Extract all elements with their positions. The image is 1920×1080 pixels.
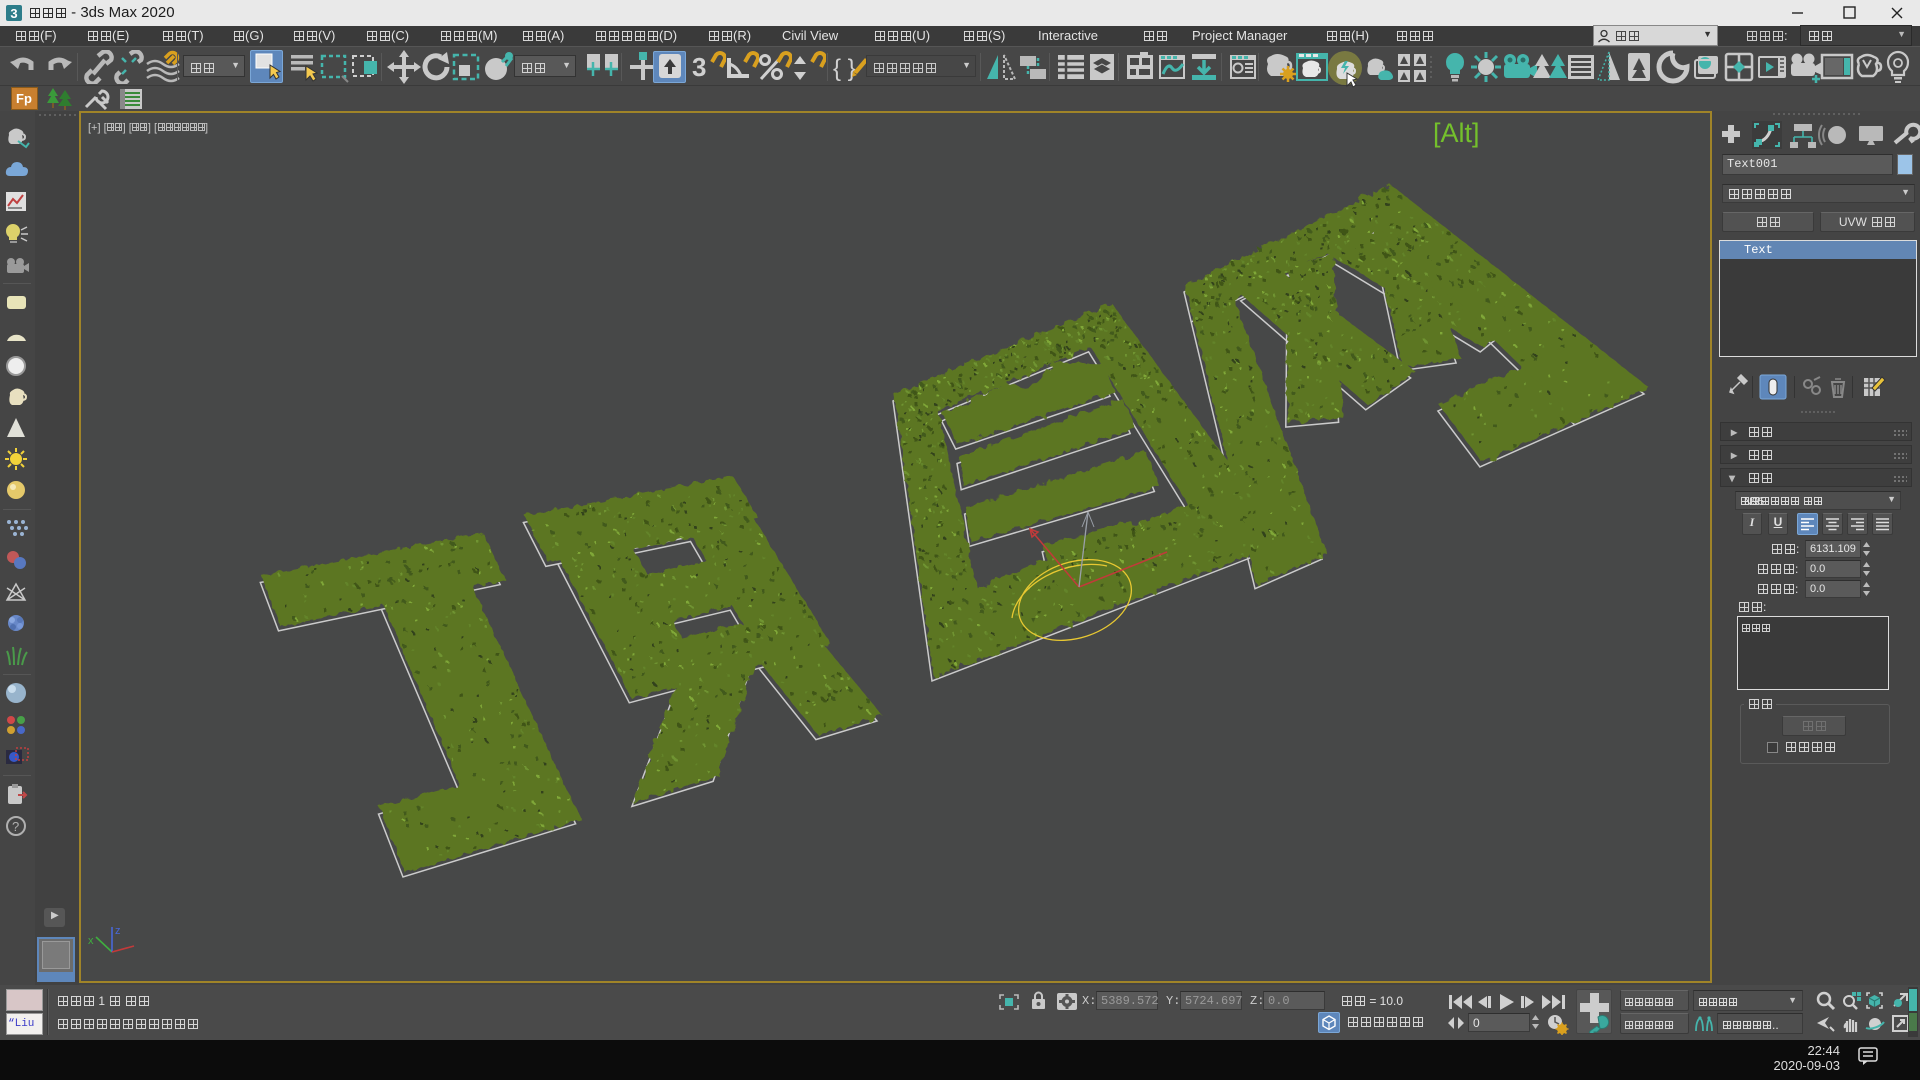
svg-text:x: x — [88, 935, 94, 947]
svg-text:?: ? — [12, 819, 19, 834]
svg-text:3: 3 — [692, 52, 706, 82]
svg-text:z: z — [115, 925, 121, 937]
svg-text:3: 3 — [10, 6, 17, 21]
svg-text:{ }: { } — [833, 55, 856, 82]
